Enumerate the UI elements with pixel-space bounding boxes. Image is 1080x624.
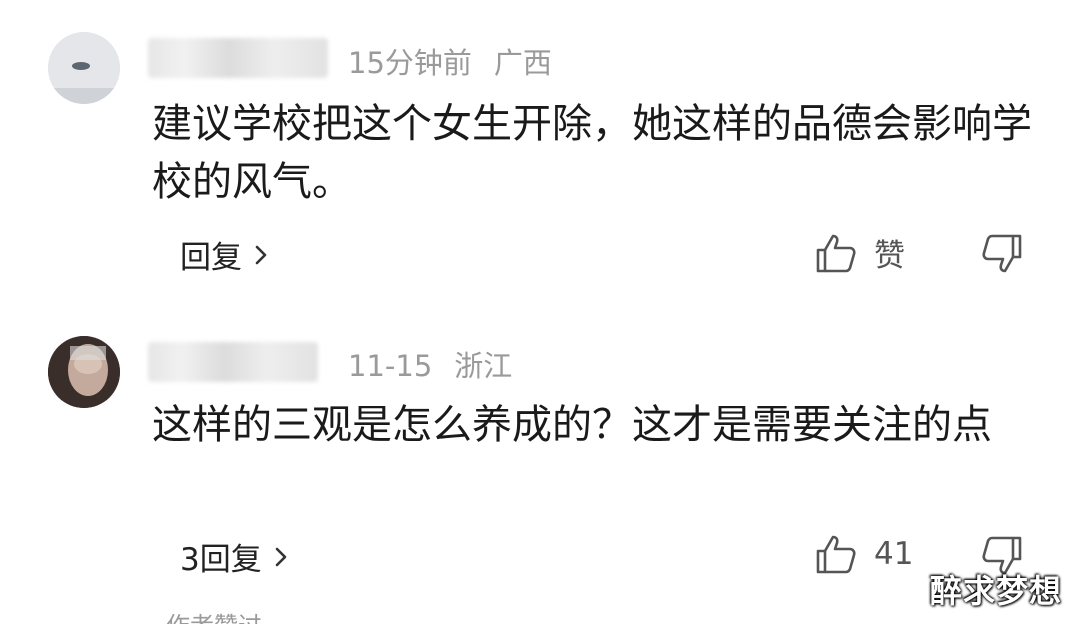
- like-button[interactable]: 赞: [814, 230, 905, 275]
- chevron-right-icon: [275, 547, 287, 566]
- comment-text: 建议学校把这个女生开除，她这样的品德会影响学校的风气。: [152, 101, 1032, 205]
- chevron-right-icon: [255, 245, 267, 264]
- comment-region: 广西: [493, 46, 552, 80]
- reply-label: 3回复: [180, 542, 262, 578]
- username-blurred[interactable]: [148, 342, 318, 382]
- comment-region: 浙江: [454, 349, 513, 383]
- watermark: 醉求梦想: [929, 572, 1062, 610]
- thumbs-up-icon: [816, 234, 856, 272]
- avatar[interactable]: [48, 32, 120, 104]
- thumbs-down-icon[interactable]: [978, 232, 1026, 276]
- comment-time: 11-15: [348, 349, 433, 383]
- author-liked-tag: 作者赞过: [166, 606, 262, 624]
- comment-text: 这样的三观是怎么养成的？这才是需要关注的点: [152, 402, 992, 448]
- comment-item: 11-15 浙江 这样的三观是怎么养成的？这才是需要关注的点 3回复 41: [0, 300, 1080, 600]
- comment-item: 15分钟前 广西 建议学校把这个女生开除，她这样的品德会影响学校的风气。 回复 赞: [0, 0, 1080, 300]
- like-button[interactable]: 41: [814, 532, 913, 576]
- reply-label: 回复: [180, 240, 242, 276]
- comment-meta: 15分钟前 广西: [348, 40, 552, 82]
- like-count: 41: [874, 536, 914, 572]
- thumbs-up-icon: [816, 535, 856, 574]
- comment-meta: 11-15 浙江: [348, 343, 512, 385]
- reply-button[interactable]: 回复: [180, 232, 272, 277]
- username-blurred[interactable]: [148, 38, 328, 78]
- comment-time: 15分钟前: [348, 46, 472, 80]
- reply-button[interactable]: 3回复: [180, 534, 292, 579]
- like-label: 赞: [874, 238, 905, 274]
- avatar[interactable]: [48, 336, 120, 408]
